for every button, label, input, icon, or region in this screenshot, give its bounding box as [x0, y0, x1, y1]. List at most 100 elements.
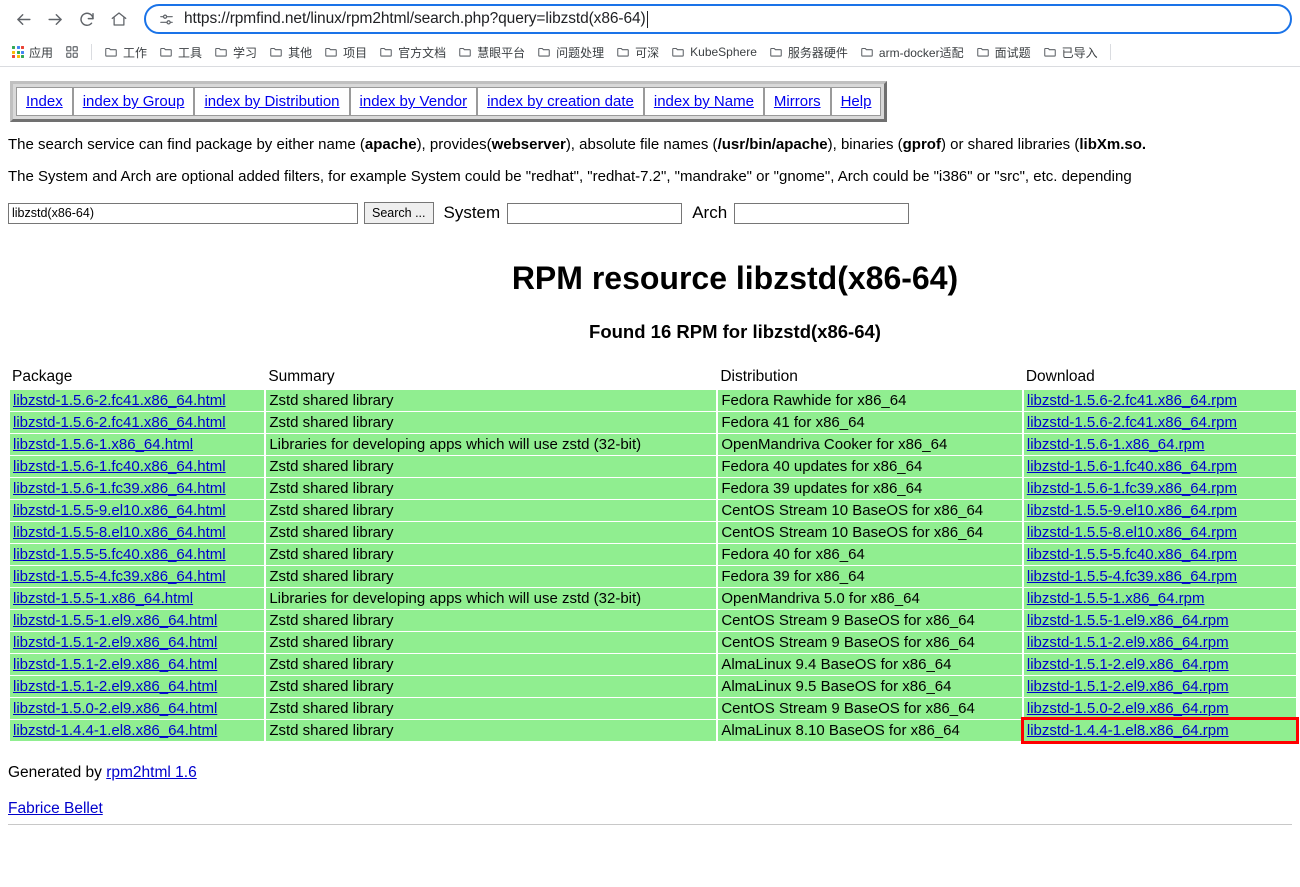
nav-cell-4: index by creation date: [477, 87, 644, 116]
package-link[interactable]: libzstd-1.5.1-2.el9.x86_64.html: [13, 656, 217, 673]
site-settings-icon[interactable]: [158, 11, 175, 28]
bookmark-folder-work[interactable]: 工作: [98, 40, 153, 64]
rpm2html-link[interactable]: rpm2html 1.6: [106, 764, 196, 781]
nav-cell-2: index by Distribution: [194, 87, 350, 116]
bookmark-folder-server-hardware[interactable]: 服务器硬件: [763, 40, 854, 64]
cell-distribution: CentOS Stream 9 BaseOS for x86_64: [718, 632, 1022, 653]
nav-link-index[interactable]: Index: [26, 93, 63, 110]
bookmark-folder-interview[interactable]: 面试题: [970, 40, 1037, 64]
bookmark-folder-arm-docker[interactable]: arm-docker适配: [854, 40, 970, 64]
download-link[interactable]: libzstd-1.5.1-2.el9.x86_64.rpm: [1027, 634, 1229, 651]
package-link[interactable]: libzstd-1.5.5-1.el9.x86_64.html: [13, 612, 217, 629]
package-link[interactable]: libzstd-1.5.6-2.fc41.x86_64.html: [13, 414, 226, 431]
cell-download: libzstd-1.5.6-1.x86_64.rpm: [1023, 434, 1296, 455]
cell-download: libzstd-1.5.5-9.el10.x86_64.rpm: [1023, 500, 1296, 521]
search-input[interactable]: [8, 202, 358, 224]
package-link[interactable]: libzstd-1.5.5-1.x86_64.html: [13, 590, 193, 607]
package-link[interactable]: libzstd-1.5.6-1.fc40.x86_64.html: [13, 458, 226, 475]
package-link[interactable]: libzstd-1.5.0-2.el9.x86_64.html: [13, 700, 217, 717]
cell-download: libzstd-1.5.1-2.el9.x86_64.rpm: [1023, 676, 1296, 697]
download-link[interactable]: libzstd-1.5.1-2.el9.x86_64.rpm: [1027, 656, 1229, 673]
nav-link-index-by-name[interactable]: index by Name: [654, 93, 754, 110]
bookmark-folder-issues[interactable]: 问题处理: [531, 40, 610, 64]
bookmark-folder-official-docs[interactable]: 官方文档: [373, 40, 452, 64]
bookmark-apps[interactable]: 应用: [6, 40, 59, 64]
package-link[interactable]: libzstd-1.5.5-5.fc40.x86_64.html: [13, 546, 226, 563]
cell-download: libzstd-1.5.5-1.el9.x86_64.rpm: [1023, 610, 1296, 631]
cell-download: libzstd-1.5.6-2.fc41.x86_64.rpm: [1023, 390, 1296, 411]
cell-package: libzstd-1.5.1-2.el9.x86_64.html: [10, 632, 265, 653]
download-link[interactable]: libzstd-1.5.5-1.el9.x86_64.rpm: [1027, 612, 1229, 629]
search-button[interactable]: Search ...: [364, 202, 434, 224]
bookmark-folder-tools[interactable]: 工具: [153, 40, 208, 64]
package-link[interactable]: libzstd-1.4.4-1.el8.x86_64.html: [13, 722, 217, 739]
table-row: libzstd-1.4.4-1.el8.x86_64.html Zstd shar…: [10, 717, 1300, 744]
desc-part-6: ), binaries (: [827, 136, 903, 153]
download-link[interactable]: libzstd-1.5.0-2.el9.x86_64.rpm: [1027, 700, 1229, 717]
table-row: libzstd-1.5.6-2.fc41.x86_64.html Zstd sha…: [10, 412, 1296, 433]
download-link[interactable]: libzstd-1.5.6-1.fc40.x86_64.rpm: [1027, 458, 1237, 475]
bookmark-reading-list[interactable]: [59, 40, 85, 64]
bookmark-folder-project[interactable]: 项目: [318, 40, 373, 64]
bookmark-label: KubeSphere: [690, 45, 757, 59]
download-link[interactable]: libzstd-1.5.5-5.fc40.x86_64.rpm: [1027, 546, 1237, 563]
nav-link-index-by-creation-date[interactable]: index by creation date: [487, 93, 634, 110]
download-link[interactable]: libzstd-1.5.6-2.fc41.x86_64.rpm: [1027, 414, 1237, 431]
package-link[interactable]: libzstd-1.5.1-2.el9.x86_64.html: [13, 634, 217, 651]
bookmark-folder-keshen[interactable]: 可深: [610, 40, 665, 64]
bookmark-folder-imported[interactable]: 已导入: [1037, 40, 1104, 64]
nav-link-index-by-distribution[interactable]: index by Distribution: [204, 93, 339, 110]
cell-distribution: OpenMandriva Cooker for x86_64: [718, 434, 1022, 455]
download-link[interactable]: libzstd-1.5.6-1.x86_64.rpm: [1027, 436, 1205, 453]
cell-summary: Zstd shared library: [266, 698, 717, 719]
bookmark-label: 应用: [29, 45, 54, 60]
desc-part-3: webserver: [491, 136, 566, 153]
author-link[interactable]: Fabrice Bellet: [8, 800, 103, 817]
bookmark-label: 已导入: [1061, 45, 1098, 60]
bookmark-folder-other[interactable]: 其他: [263, 40, 318, 64]
package-link[interactable]: libzstd-1.5.5-8.el10.x86_64.html: [13, 524, 226, 541]
nav-link-index-by-group[interactable]: index by Group: [83, 93, 185, 110]
results-table: Package Summary Distribution Download li…: [8, 367, 1300, 744]
package-link[interactable]: libzstd-1.5.6-1.x86_64.html: [13, 436, 193, 453]
download-link[interactable]: libzstd-1.5.5-1.x86_64.rpm: [1027, 590, 1205, 607]
bookmark-folder-study[interactable]: 学习: [208, 40, 263, 64]
reload-icon[interactable]: [72, 4, 102, 34]
table-row: libzstd-1.5.0-2.el9.x86_64.html Zstd shar…: [10, 698, 1296, 719]
nav-cell-5: index by Name: [643, 87, 764, 116]
nav-link-help[interactable]: Help: [841, 93, 872, 110]
cell-download: libzstd-1.5.1-2.el9.x86_64.rpm: [1023, 654, 1296, 675]
nav-link-mirrors[interactable]: Mirrors: [774, 93, 821, 110]
bookmark-folder-kubesphere[interactable]: KubeSphere: [665, 40, 763, 64]
arch-input[interactable]: [734, 202, 910, 224]
cell-distribution: AlmaLinux 9.5 BaseOS for x86_64: [718, 676, 1022, 697]
bookmark-folder-huiyan[interactable]: 慧眼平台: [452, 40, 531, 64]
cell-download: libzstd-1.5.6-1.fc39.x86_64.rpm: [1023, 478, 1296, 499]
package-link[interactable]: libzstd-1.5.5-4.fc39.x86_64.html: [13, 568, 226, 585]
system-input[interactable]: [507, 202, 683, 224]
table-row: libzstd-1.5.6-1.fc40.x86_64.html Zstd sha…: [10, 456, 1296, 477]
download-link[interactable]: libzstd-1.5.1-2.el9.x86_64.rpm: [1027, 678, 1229, 695]
description-line-1: The search service can find package by e…: [8, 136, 1292, 154]
bookmarks-bar: 应用 工作 工具 学习 其他 项目 官方文档 慧眼平台 问题处理 可深 Kube…: [0, 38, 1300, 66]
download-link[interactable]: libzstd-1.5.5-8.el10.x86_64.rpm: [1027, 524, 1237, 541]
address-bar[interactable]: https://rpmfind.net/linux/rpm2html/searc…: [144, 4, 1292, 34]
package-link[interactable]: libzstd-1.5.1-2.el9.x86_64.html: [13, 678, 217, 695]
cell-summary: Zstd shared library: [266, 654, 717, 675]
nav-cell-7: Help: [830, 87, 882, 116]
package-link[interactable]: libzstd-1.5.6-2.fc41.x86_64.html: [13, 392, 226, 409]
download-link[interactable]: libzstd-1.5.6-1.fc39.x86_64.rpm: [1027, 480, 1237, 497]
download-link[interactable]: libzstd-1.5.5-4.fc39.x86_64.rpm: [1027, 568, 1237, 585]
page-title: RPM resource libzstd(x86-64): [511, 260, 959, 296]
nav-link-index-by-vendor[interactable]: index by Vendor: [360, 93, 468, 110]
home-icon[interactable]: [104, 4, 134, 34]
package-link[interactable]: libzstd-1.5.6-1.fc39.x86_64.html: [13, 480, 226, 497]
download-link[interactable]: libzstd-1.5.6-2.fc41.x86_64.rpm: [1027, 392, 1237, 409]
download-link[interactable]: libzstd-1.5.5-9.el10.x86_64.rpm: [1027, 502, 1237, 519]
download-link[interactable]: libzstd-1.4.4-1.el8.x86_64.rpm: [1027, 722, 1229, 739]
back-arrow-icon[interactable]: [8, 4, 38, 34]
cell-summary: Zstd shared library: [266, 720, 717, 741]
cell-summary: Zstd shared library: [266, 522, 717, 543]
package-link[interactable]: libzstd-1.5.5-9.el10.x86_64.html: [13, 502, 226, 519]
forward-arrow-icon[interactable]: [40, 4, 70, 34]
